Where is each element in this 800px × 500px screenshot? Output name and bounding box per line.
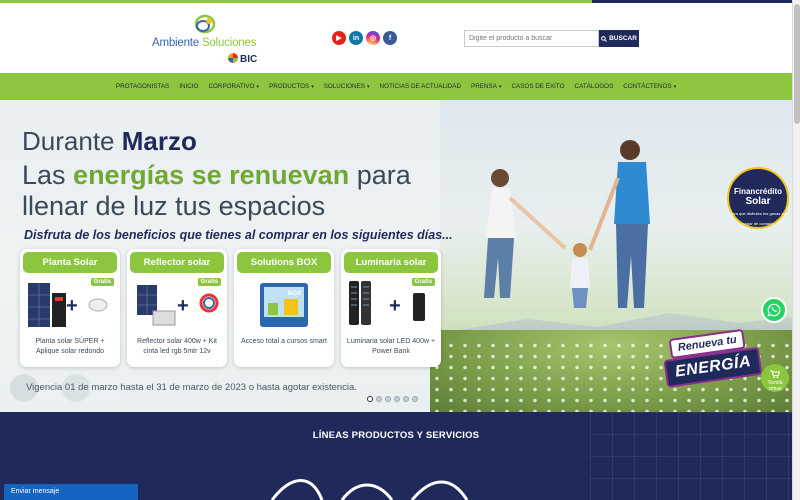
promo-card-title: Luminaria solar bbox=[344, 252, 438, 273]
whatsapp-icon bbox=[767, 303, 781, 317]
caret-down-icon: ▾ bbox=[311, 84, 314, 90]
search-icon bbox=[601, 35, 608, 42]
slider-dot[interactable] bbox=[412, 396, 418, 402]
instagram-icon[interactable]: ◎ bbox=[366, 31, 380, 45]
social-links: ▶ in ◎ f bbox=[332, 31, 397, 45]
nav-item-soluciones[interactable]: SOLUCIONES ▾ bbox=[319, 83, 375, 90]
search-button[interactable]: BUSCAR bbox=[599, 30, 639, 47]
gratis-badge: Gratis bbox=[411, 278, 435, 286]
plus-icon: + bbox=[389, 295, 401, 317]
whatsapp-button[interactable] bbox=[761, 297, 787, 323]
solutions-box-image: BOX bbox=[260, 283, 308, 327]
scrollbar[interactable] bbox=[792, 0, 800, 500]
page: Ambiente Soluciones BIC ▶ in ◎ f BUSCAR … bbox=[0, 0, 800, 500]
caret-down-icon: ▾ bbox=[673, 84, 677, 90]
promo-card-description: Acceso total a cursos smart bbox=[241, 338, 327, 345]
caret-down-icon: ▾ bbox=[256, 84, 260, 90]
slider-dot[interactable] bbox=[394, 396, 400, 402]
hero-headline: Las energías se renuevan para llenar de … bbox=[22, 160, 411, 221]
main-nav: PROTAGONISTAS INICIO CORPORATIVO ▾ PRODUC… bbox=[0, 73, 792, 100]
search-input[interactable] bbox=[464, 30, 599, 47]
nav-item-noticias[interactable]: NOTICIAS DE ACTUALIDAD bbox=[375, 83, 467, 90]
promo-card-description: Reflector solar 400w + Kit cinta led rgb… bbox=[137, 338, 217, 355]
slider-dots bbox=[367, 396, 418, 402]
promo-card-reflector-solar[interactable]: Reflector solar Gratis + Reflector solar… bbox=[127, 249, 227, 367]
facebook-icon[interactable]: f bbox=[383, 31, 397, 45]
nav-item-contactenos[interactable]: CONTÁCTENOS ▾ bbox=[618, 83, 681, 90]
promo-validity-note: Vigencia 01 de marzo hasta el 31 de marz… bbox=[10, 374, 357, 402]
nav-item-corporativo[interactable]: CORPORATIVO ▾ bbox=[203, 83, 264, 90]
slider-dot[interactable] bbox=[367, 396, 373, 402]
site-header: Ambiente Soluciones BIC ▶ in ◎ f BUSCAR bbox=[0, 3, 792, 73]
nav-item-prensa[interactable]: PRENSA ▾ bbox=[466, 83, 506, 90]
site-logo[interactable]: Ambiente Soluciones BIC bbox=[152, 13, 267, 68]
shopping-cart-icon bbox=[770, 370, 781, 378]
caret-down-icon: ▾ bbox=[367, 84, 370, 90]
gratis-badge: Gratis bbox=[197, 278, 221, 286]
plus-icon: + bbox=[177, 295, 189, 317]
nav-item-protagonistas[interactable]: PROTAGONISTAS bbox=[111, 83, 174, 90]
svg-text:BOX: BOX bbox=[288, 291, 301, 297]
promo-card-title: Reflector solar bbox=[130, 252, 224, 273]
plus-icon: + bbox=[66, 295, 78, 317]
promo-card-solutions-box[interactable]: Solutions BOX BOX Acceso total a cursos … bbox=[234, 249, 334, 367]
hero-subtitle: Disfruta de los beneficios que tienes al… bbox=[24, 228, 453, 242]
gratis-badge: Gratis bbox=[90, 278, 114, 286]
slider-dot[interactable] bbox=[385, 396, 391, 402]
financredito-solar-badge[interactable]: Financrédito Solar Para que disfrutes tus… bbox=[727, 167, 789, 229]
promo-cards: Planta Solar Gratis + Planta solar SÚPER… bbox=[20, 249, 441, 367]
solar-panel-backdrop bbox=[590, 412, 792, 500]
bic-mark-icon bbox=[228, 53, 238, 63]
section-title: LÍNEAS PRODUCTOS Y SERVICIOS bbox=[312, 430, 480, 441]
promo-card-description: Planta solar SÚPER + Aplique solar redon… bbox=[35, 338, 105, 355]
linkedin-icon[interactable]: in bbox=[349, 31, 363, 45]
logo-bic: BIC bbox=[228, 53, 257, 65]
nav-item-productos[interactable]: PRODUCTOS ▾ bbox=[264, 83, 319, 90]
promo-card-luminaria-solar[interactable]: Luminaria solar Gratis + Luminaria solar… bbox=[341, 249, 441, 367]
scrollbar-thumb[interactable] bbox=[794, 4, 800, 124]
hero-slider[interactable]: Durante Marzo Las energías se renuevan p… bbox=[0, 100, 792, 412]
slider-dot[interactable] bbox=[376, 396, 382, 402]
decorative-sketch bbox=[270, 479, 469, 500]
promo-card-planta-solar[interactable]: Planta Solar Gratis + Planta solar SÚPER… bbox=[20, 249, 120, 367]
logo-mark-icon bbox=[194, 14, 216, 34]
nav-item-catalogos[interactable]: CATÁLOGOS bbox=[570, 83, 619, 90]
nav-item-casos-exito[interactable]: CASOS DE ÉXITO bbox=[506, 83, 569, 90]
family-photo bbox=[484, 140, 650, 308]
send-message-chat-button[interactable]: Enviar mensaje bbox=[4, 484, 138, 500]
search-form: BUSCAR bbox=[464, 30, 639, 47]
nav-item-inicio[interactable]: INICIO bbox=[174, 83, 203, 90]
promo-card-title: Planta Solar bbox=[23, 252, 117, 273]
tienda-virtual-button[interactable]: Tienda virtual bbox=[761, 364, 789, 392]
hero-heading: Durante Marzo bbox=[22, 126, 197, 156]
caret-down-icon: ▾ bbox=[498, 84, 502, 90]
youtube-icon[interactable]: ▶ bbox=[332, 31, 346, 45]
slider-dot[interactable] bbox=[403, 396, 409, 402]
promo-card-title: Solutions BOX bbox=[237, 252, 331, 273]
logo-brand-text: Ambiente Soluciones bbox=[152, 37, 257, 49]
promo-card-description: Luminaria solar LED 400w + Power Bank bbox=[346, 338, 436, 355]
